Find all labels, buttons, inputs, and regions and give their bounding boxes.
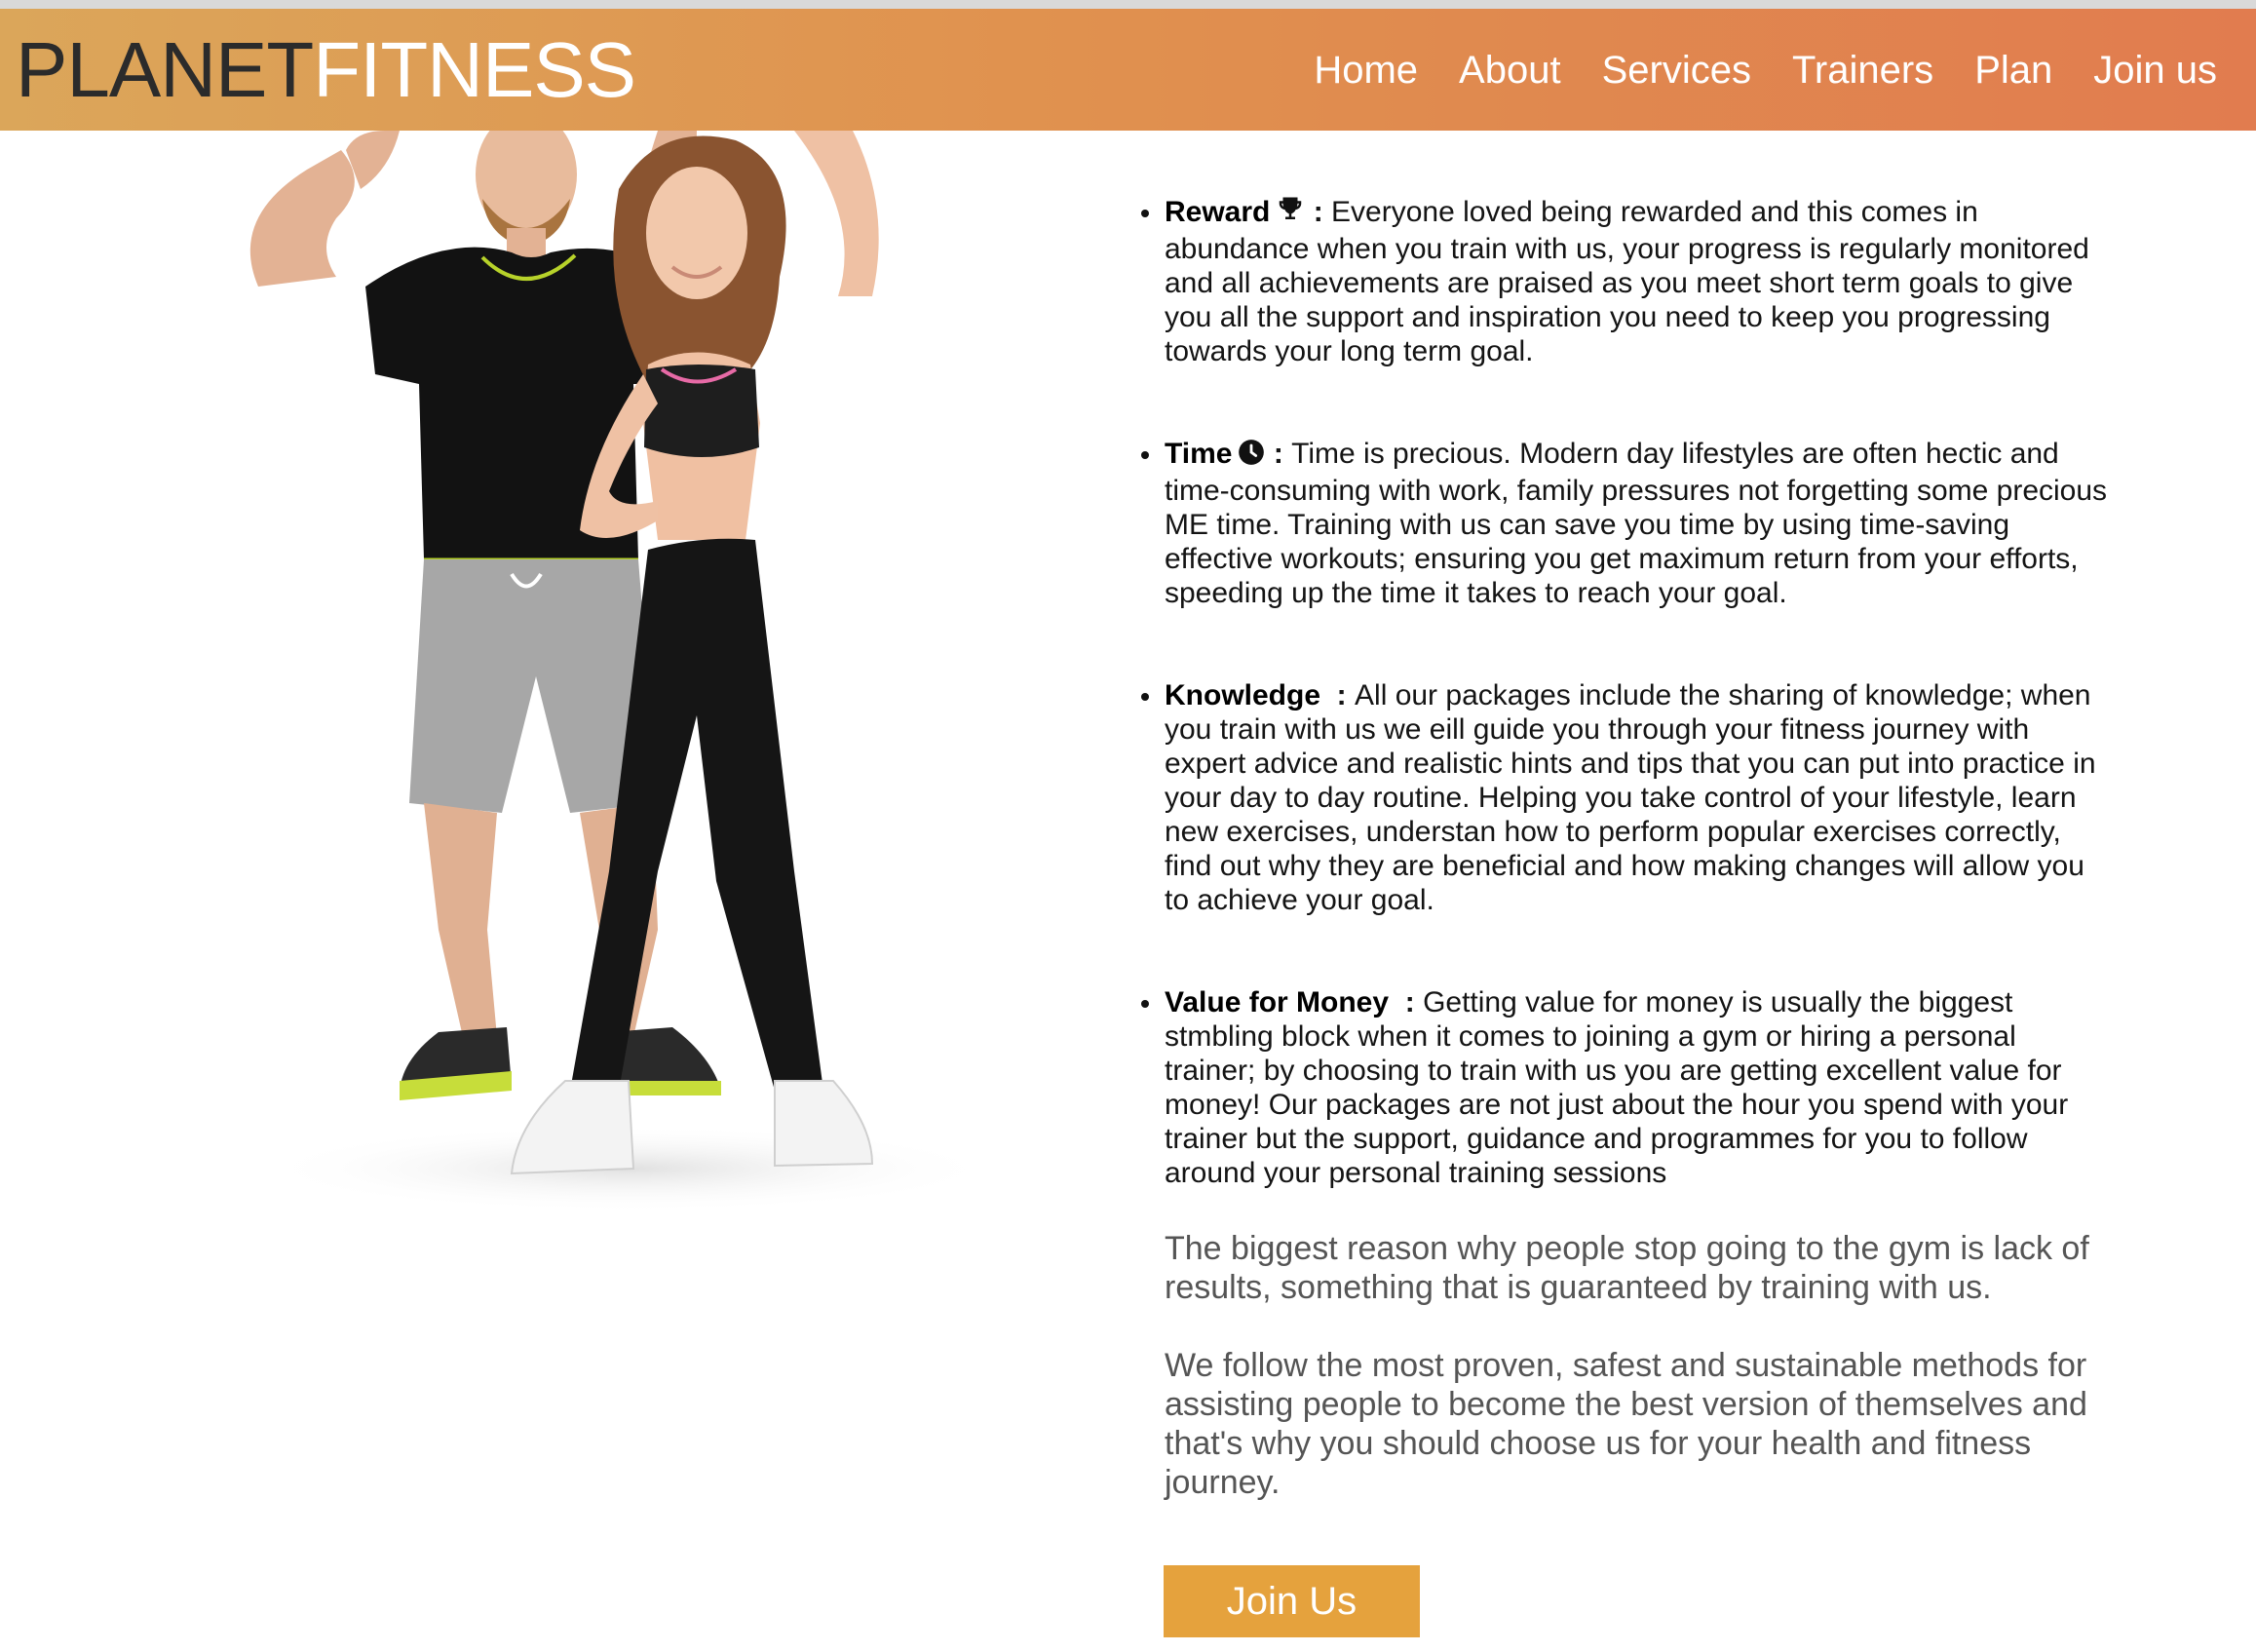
top-border: [0, 0, 2256, 9]
benefit-title: Reward: [1165, 196, 1271, 228]
site-header: PLANET FITNESS Home About Services Traine…: [0, 9, 2256, 131]
benefit-text: All our packages include the sharing of …: [1165, 679, 2096, 916]
clock-icon: [1238, 439, 1265, 474]
join-us-button[interactable]: Join Us: [1164, 1565, 1420, 1637]
nav-plan[interactable]: Plan: [1974, 51, 2052, 90]
nav-trainers[interactable]: Trainers: [1792, 51, 1933, 90]
brand-logo[interactable]: PLANET FITNESS: [16, 25, 636, 113]
benefit-title: Knowledge: [1165, 679, 1321, 711]
closing-paragraph-2: We follow the most proven, safest and su…: [1165, 1347, 2087, 1501]
nav-about[interactable]: About: [1459, 51, 1561, 90]
benefit-title: Time: [1165, 438, 1233, 470]
benefit-value-for-money: Value for Money : Getting value for mone…: [1135, 985, 2110, 1190]
benefits-list: Reward : Everyone loved being rewarded a…: [1135, 195, 2110, 1190]
main-nav: Home About Services Trainers Plan Join u…: [1314, 51, 2217, 90]
benefit-title: Value for Money: [1165, 986, 1390, 1018]
benefit-text: Time is precious. Modern day lifestyles …: [1165, 438, 2108, 609]
benefit-reward: Reward : Everyone loved being rewarded a…: [1135, 195, 2110, 368]
trophy-icon: [1276, 195, 1305, 232]
brand-part-1: PLANET: [16, 25, 314, 113]
benefits-section: Reward : Everyone loved being rewarded a…: [1135, 195, 2110, 1541]
closing-statement: The biggest reason why people stop going…: [1135, 1229, 2110, 1502]
nav-services[interactable]: Services: [1602, 51, 1751, 90]
page: PLANET FITNESS Home About Services Traine…: [0, 0, 2256, 1652]
nav-home[interactable]: Home: [1314, 51, 1418, 90]
nav-join-us[interactable]: Join us: [2093, 51, 2217, 90]
benefit-knowledge: Knowledge : All our packages include the…: [1135, 678, 2110, 917]
closing-paragraph-1: The biggest reason why people stop going…: [1165, 1230, 2089, 1306]
fitness-couple-image: [190, 131, 1048, 1242]
benefit-time: Time : Time is precious. Modern day life…: [1135, 437, 2110, 610]
brand-part-2: FITNESS: [313, 25, 636, 113]
